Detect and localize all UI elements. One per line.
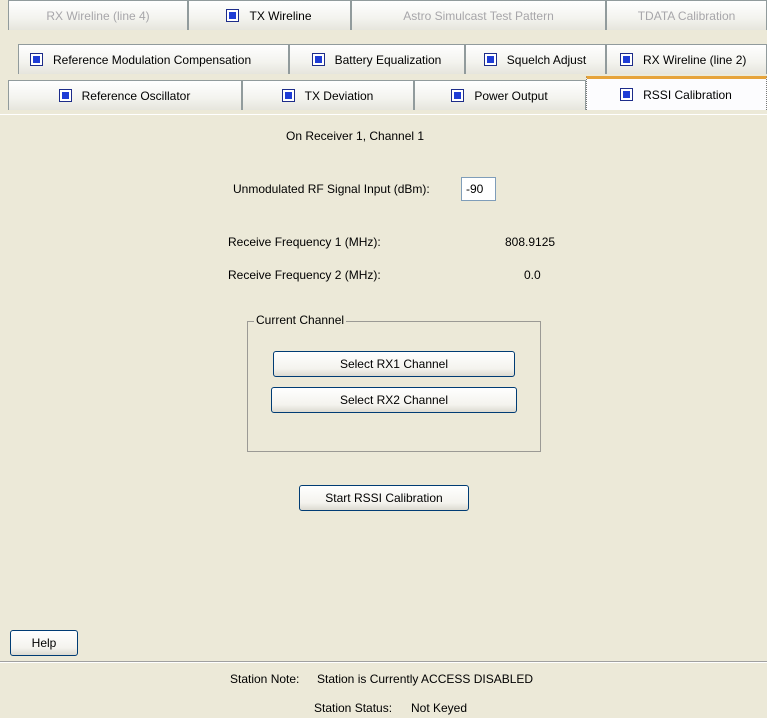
current-channel-title: Current Channel — [254, 313, 347, 327]
checkbox-checked-icon[interactable] — [226, 9, 240, 22]
tab-label: Reference Oscillator — [81, 88, 191, 103]
tab-squelch-adjust[interactable]: Squelch Adjust — [465, 44, 606, 74]
tab-label: RSSI Calibration — [643, 87, 732, 102]
tab-rx-wireline-line-4[interactable]: RX Wireline (line 4) — [8, 0, 188, 30]
tab-rssi-calibration[interactable]: RSSI Calibration — [586, 76, 767, 110]
tab-label: Battery Equalization — [334, 52, 442, 67]
station-note-value: Station is Currently ACCESS DISABLED — [317, 672, 534, 686]
checkbox-checked-icon[interactable] — [30, 53, 43, 66]
select-rx1-channel-button[interactable]: Select RX1 Channel — [273, 351, 515, 377]
tab-reference-modulation-compensation[interactable]: Reference Modulation Compensation — [18, 44, 289, 74]
help-button[interactable]: Help — [10, 630, 78, 656]
tab-label: TDATA Calibration — [637, 8, 736, 23]
tab-label: TX Wireline — [249, 8, 312, 23]
start-rssi-calibration-button[interactable]: Start RSSI Calibration — [299, 485, 469, 511]
receive-frequency-2-value: 0.0 — [524, 268, 541, 282]
tab-label: Squelch Adjust — [506, 52, 587, 67]
checkbox-checked-icon[interactable] — [311, 53, 325, 66]
receiver-heading: On Receiver 1, Channel 1 — [286, 129, 425, 143]
rf-input-field[interactable]: -90 — [461, 177, 496, 201]
checkbox-checked-icon[interactable] — [483, 53, 497, 66]
station-status-value: Not Keyed — [411, 701, 468, 715]
tab-reference-oscillator[interactable]: Reference Oscillator — [8, 80, 242, 110]
checkbox-checked-icon[interactable] — [58, 89, 72, 102]
tab-label: Astro Simulcast Test Pattern — [403, 8, 554, 23]
receive-frequency-1-value: 808.9125 — [505, 235, 556, 249]
receive-frequency-1-label: Receive Frequency 1 (MHz): — [228, 235, 381, 249]
tab-label: Power Output — [474, 88, 548, 103]
tab-tdata-calibration[interactable]: TDATA Calibration — [606, 0, 767, 30]
tab-label: Reference Modulation Compensation — [53, 52, 252, 67]
tab-row-1: RX Wireline (line 4) TX Wireline Astro S… — [0, 0, 767, 30]
checkbox-checked-icon[interactable] — [620, 53, 633, 66]
tab-label: RX Wireline (line 2) — [643, 52, 747, 67]
rf-input-label: Unmodulated RF Signal Input (dBm): — [233, 182, 430, 196]
tab-row-2: Reference Modulation Compensation Batter… — [0, 44, 767, 74]
checkbox-checked-icon[interactable] — [620, 88, 634, 101]
select-rx2-channel-button[interactable]: Select RX2 Channel — [271, 387, 517, 413]
tab-row-3: Reference Oscillator TX Deviation Power … — [0, 76, 767, 110]
tab-label: RX Wireline (line 4) — [46, 8, 150, 23]
tab-battery-equalization[interactable]: Battery Equalization — [289, 44, 465, 74]
tab-tx-deviation[interactable]: TX Deviation — [242, 80, 414, 110]
tab-rx-wireline-line-2[interactable]: RX Wireline (line 2) — [606, 44, 767, 74]
tab-tx-wireline[interactable]: TX Wireline — [188, 0, 351, 30]
tab-label: TX Deviation — [304, 88, 374, 103]
station-note-label: Station Note: — [230, 672, 300, 686]
checkbox-checked-icon[interactable] — [451, 89, 465, 102]
checkbox-checked-icon[interactable] — [281, 89, 295, 102]
tab-power-output[interactable]: Power Output — [414, 80, 586, 110]
receive-frequency-2-label: Receive Frequency 2 (MHz): — [228, 268, 381, 282]
tab-astro-simulcast-test-pattern[interactable]: Astro Simulcast Test Pattern — [351, 0, 606, 30]
station-status-label: Station Status: — [314, 701, 393, 715]
